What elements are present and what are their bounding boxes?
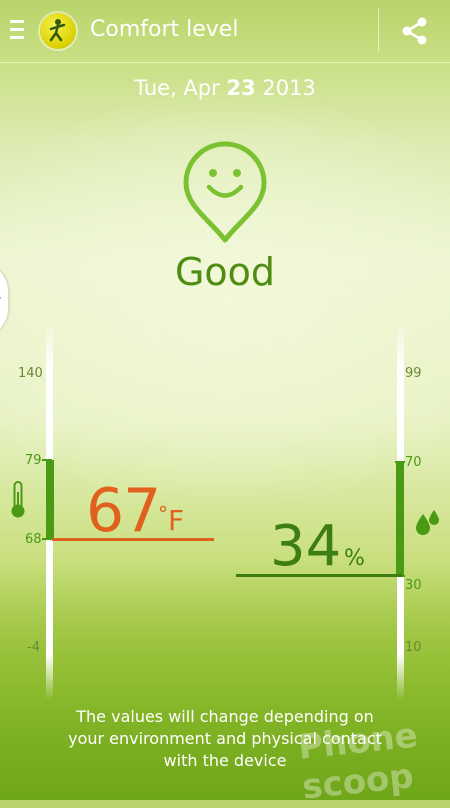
degree-symbol: ° (158, 502, 168, 526)
humidity-tick-range-high: 70 (405, 455, 422, 470)
drawer-menu-icon[interactable] (10, 20, 24, 42)
date-label[interactable]: Tue, Apr 23 2013 (0, 76, 450, 100)
humidity-tick-range-low: 30 (405, 578, 422, 593)
temperature-tick-range-high: 79 (25, 453, 42, 468)
share-icon[interactable] (398, 14, 432, 48)
humidity-unit: % (344, 546, 365, 571)
humidity-range-cap-top (395, 461, 405, 463)
info-note: The values will change depending on your… (68, 707, 382, 770)
date-day: 23 (226, 76, 256, 100)
water-drops-icon (413, 508, 441, 542)
humidity-tick-min: 10 (405, 640, 422, 655)
thermometer-icon (9, 480, 27, 524)
temperature-range-cap-top (42, 459, 52, 461)
header-divider (0, 62, 450, 63)
humidity-value: 34 (270, 514, 342, 579)
page-title: Comfort level (90, 17, 239, 42)
temperature-range-cap-bottom (42, 538, 52, 540)
temperature-unit: °F (158, 502, 185, 537)
action-divider (378, 8, 379, 52)
temperature-unit-letter: F (168, 504, 185, 537)
date-weekday-month: Tue, Apr (134, 76, 227, 100)
temperature-tick-min: -4 (27, 640, 40, 655)
temperature-value: 67 (86, 476, 161, 546)
action-bar: Comfort level (0, 0, 450, 62)
temperature-tick-max: 140 (18, 366, 43, 381)
date-year: 2013 (255, 76, 316, 100)
chevron-right-icon: › (0, 290, 2, 306)
comfort-status: Good (174, 250, 276, 294)
humidity-tick-max: 99 (405, 366, 422, 381)
humidity-comfort-range (396, 462, 404, 576)
temperature-tick-range-low: 68 (25, 532, 42, 547)
s-health-app-icon[interactable] (40, 13, 76, 49)
temperature-comfort-range (46, 460, 54, 540)
smiley-pin-icon (180, 140, 270, 248)
